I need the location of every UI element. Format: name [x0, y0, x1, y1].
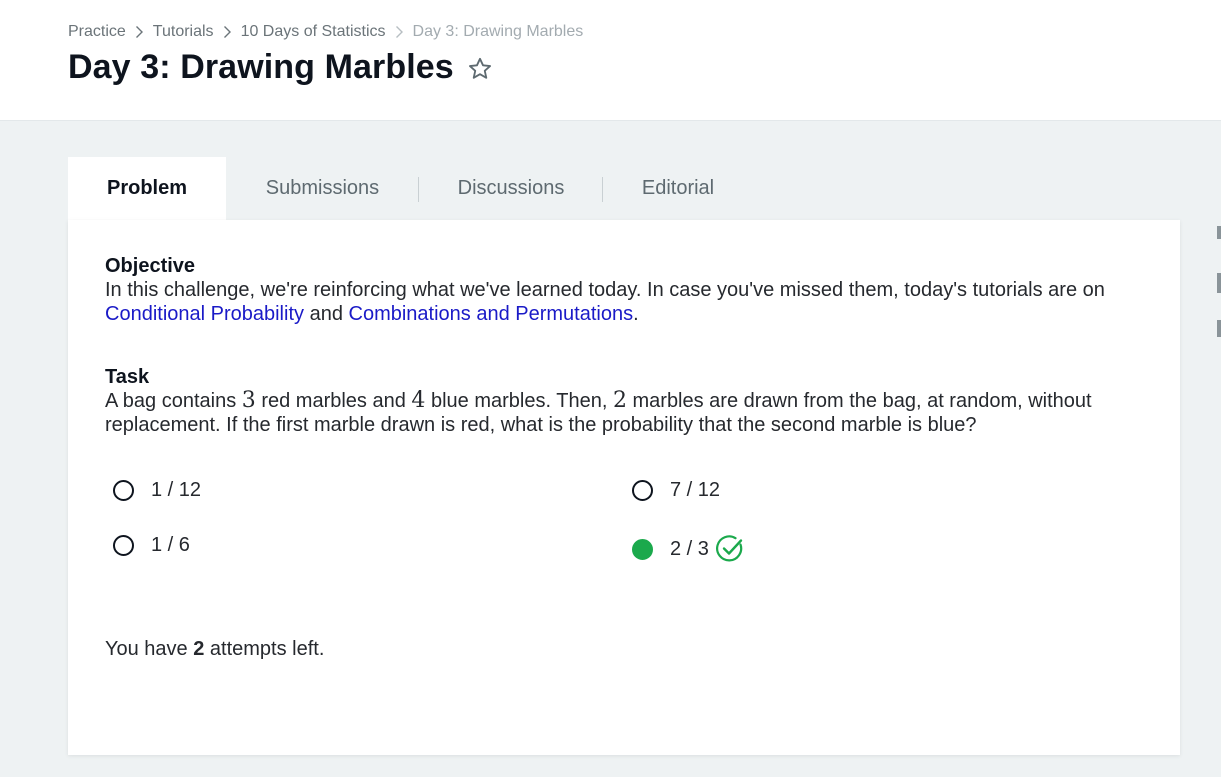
option-1-12[interactable]: 1 / 12 — [113, 479, 201, 502]
page-header: Practice Tutorials 10 Days of Statistics… — [0, 0, 1221, 121]
breadcrumb: Practice Tutorials 10 Days of Statistics… — [68, 23, 583, 41]
math-value: 2 — [612, 388, 627, 413]
option-7-12[interactable]: 7 / 12 — [632, 479, 720, 502]
task-text-part: red marbles and — [255, 390, 412, 412]
breadcrumb-tutorials[interactable]: Tutorials — [153, 23, 214, 41]
problem-card: Objective In this challenge, we're reinf… — [68, 220, 1180, 755]
task-text-part: blue marbles. Then, — [425, 390, 613, 412]
objective-text-start: In this challenge, we're reinforcing wha… — [105, 279, 1105, 301]
link-combinations-and-permutations[interactable]: Combinations and Permutations — [349, 303, 634, 325]
breadcrumb-practice[interactable]: Practice — [68, 23, 126, 41]
math-value: 3 — [241, 388, 256, 413]
tab-problem[interactable]: Problem — [68, 157, 226, 220]
edge-handle — [1217, 226, 1221, 239]
breadcrumb-current: Day 3: Drawing Marbles — [412, 23, 584, 40]
objective-and: and — [304, 303, 349, 325]
chevron-right-icon — [135, 25, 144, 39]
attempts-suffix: attempts left. — [204, 638, 325, 660]
link-conditional-probability[interactable]: Conditional Probability — [105, 303, 304, 325]
radio-button[interactable] — [632, 480, 653, 501]
objective-text: In this challenge, we're reinforcing wha… — [105, 278, 1155, 326]
star-outline-icon[interactable] — [467, 56, 493, 82]
tab-label: Submissions — [265, 177, 380, 199]
answer-options: 1 / 12 7 / 12 1 / 6 2 / 3 — [113, 479, 913, 569]
chevron-right-icon — [395, 25, 404, 39]
option-label: 2 / 3 — [670, 537, 709, 560]
tab-editorial[interactable]: Editorial — [603, 157, 753, 220]
option-label: 1 / 6 — [151, 534, 190, 556]
tab-bar: Problem Submissions Discussions Editoria… — [68, 157, 753, 220]
tab-submissions[interactable]: Submissions — [226, 157, 419, 220]
tab-label: Editorial — [641, 177, 715, 199]
breadcrumb-10-days-of-statistics[interactable]: 10 Days of Statistics — [241, 23, 386, 41]
attempts-left: You have 2 attempts left. — [105, 638, 324, 661]
radio-button-selected[interactable] — [632, 538, 653, 560]
edge-handle — [1217, 273, 1221, 293]
attempts-count: 2 — [193, 638, 205, 660]
radio-button[interactable] — [113, 480, 134, 501]
check-circle-icon — [715, 534, 745, 564]
objective-end: . — [633, 303, 639, 325]
option-2-3[interactable]: 2 / 3 — [632, 534, 745, 564]
tab-label: Problem — [106, 177, 188, 199]
page-title: Day 3: Drawing Marbles — [68, 48, 454, 86]
radio-button[interactable] — [113, 535, 134, 556]
chevron-right-icon — [223, 25, 232, 39]
tab-discussions[interactable]: Discussions — [419, 157, 603, 220]
title-row: Day 3: Drawing Marbles — [68, 48, 493, 87]
task-text-part: A bag contains — [105, 390, 242, 412]
option-label: 1 / 12 — [151, 479, 202, 501]
attempts-prefix: You have — [105, 638, 194, 660]
math-value: 4 — [411, 388, 426, 413]
tab-label: Discussions — [457, 177, 565, 199]
objective-heading: Objective — [105, 255, 196, 277]
task-heading: Task — [105, 366, 150, 388]
edge-handle — [1217, 320, 1221, 337]
problem-content: Objective In this challenge, we're reinf… — [105, 254, 1155, 437]
option-1-6[interactable]: 1 / 6 — [113, 534, 190, 557]
task-text: A bag contains 3 red marbles and 4 blue … — [105, 389, 1155, 437]
option-label: 7 / 12 — [670, 479, 721, 501]
